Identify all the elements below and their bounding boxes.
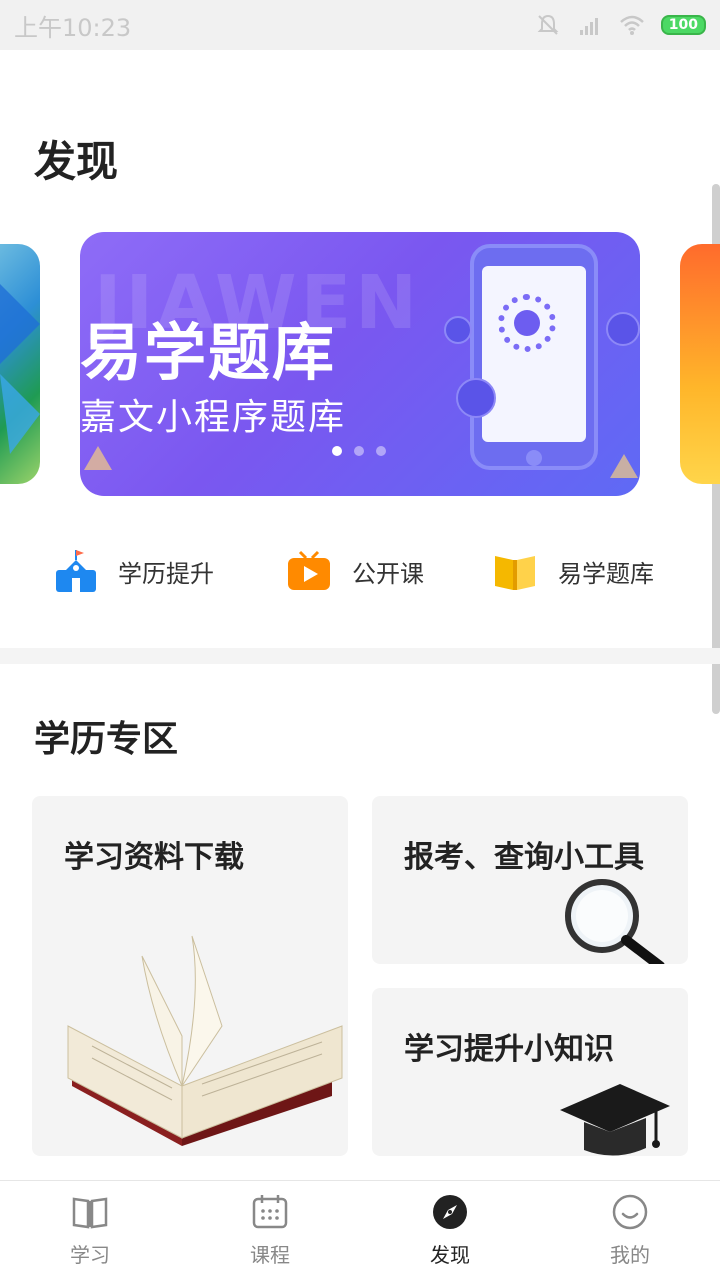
nav-label: 发现 [430, 1243, 470, 1267]
smile-icon [612, 1194, 648, 1230]
nav-label: 我的 [610, 1243, 650, 1267]
calendar-icon [252, 1195, 288, 1229]
card-material-download[interactable]: 学习资料下载 [32, 796, 348, 1156]
carousel-dot[interactable] [354, 446, 364, 456]
quick-entry-open-class[interactable]: 公开课 [286, 548, 424, 594]
phone-screen [482, 266, 586, 442]
nav-item-courses[interactable]: 课程 [180, 1181, 360, 1280]
graduation-cap-icon [560, 1084, 670, 1156]
compass-icon [433, 1195, 467, 1229]
nav-item-study[interactable]: 学习 [0, 1181, 180, 1280]
quick-entry-education[interactable]: 学历提升 [52, 548, 214, 594]
section-divider [0, 648, 720, 664]
quick-entry-label: 易学题库 [558, 559, 654, 588]
card-title: 学习提升小知识 [404, 1032, 614, 1067]
quick-entry-label: 学历提升 [118, 559, 214, 588]
document-icon [444, 316, 472, 344]
nav-item-mine[interactable]: 我的 [540, 1181, 720, 1280]
section-title: 学历专区 [34, 719, 179, 760]
nav-label: 学习 [70, 1243, 110, 1267]
open-book-icon [67, 935, 343, 1146]
wifi-icon [619, 15, 644, 35]
mini-program-logo-icon [514, 310, 540, 336]
status-time: 上午10:23 [14, 13, 132, 42]
battery-indicator: 100 [660, 15, 706, 35]
carousel-indicator [332, 446, 386, 456]
carousel-dot[interactable] [376, 446, 386, 456]
book-outline-icon [72, 1197, 108, 1229]
quick-entry-label: 公开课 [352, 559, 424, 588]
phone-illustration [470, 244, 598, 470]
card-title: 报考、查询小工具 [404, 840, 644, 875]
carousel-dot-active[interactable] [332, 446, 342, 456]
status-bar: 上午10:23 100 [0, 0, 720, 50]
banner-subtitle: 嘉文小程序题库 [80, 397, 347, 438]
banner-carousel[interactable]: JIAWEN 易学题库 嘉文小程序题库 [0, 230, 720, 498]
triangle-decoration-icon [610, 454, 638, 478]
quick-entry-row: 学历提升 公开课 易学题库 [0, 542, 720, 602]
status-icons: 100 [535, 12, 706, 38]
banner-slide-active[interactable]: JIAWEN 易学题库 嘉文小程序题库 [80, 232, 640, 496]
mosaic-pattern-icon [0, 284, 40, 454]
nav-label: 课程 [250, 1243, 290, 1267]
tv-play-icon [288, 550, 330, 590]
card-title: 学习资料下载 [64, 840, 244, 875]
tablet-icon [606, 312, 640, 346]
card-study-knowledge[interactable]: 学习提升小知识 [372, 988, 688, 1156]
quick-entry-question-bank[interactable]: 易学题库 [492, 548, 654, 594]
phone-home-button [526, 450, 542, 466]
magnifier-icon [565, 879, 665, 964]
banner-prev-slide[interactable] [0, 244, 40, 484]
school-icon [56, 550, 96, 592]
banner-next-slide[interactable] [680, 244, 720, 484]
triangle-decoration-icon [84, 446, 112, 470]
nav-item-discover[interactable]: 发现 [360, 1181, 540, 1280]
banner-title: 易学题库 [80, 316, 337, 389]
mute-bell-icon [537, 14, 559, 35]
page-title: 发现 [34, 137, 119, 186]
signal-icon [579, 18, 598, 35]
card-exam-tools[interactable]: 报考、查询小工具 [372, 796, 688, 964]
book-icon [495, 556, 535, 590]
monitor-icon [456, 378, 496, 418]
bottom-navigation: 学习 课程 发现 我的 [0, 1180, 720, 1280]
